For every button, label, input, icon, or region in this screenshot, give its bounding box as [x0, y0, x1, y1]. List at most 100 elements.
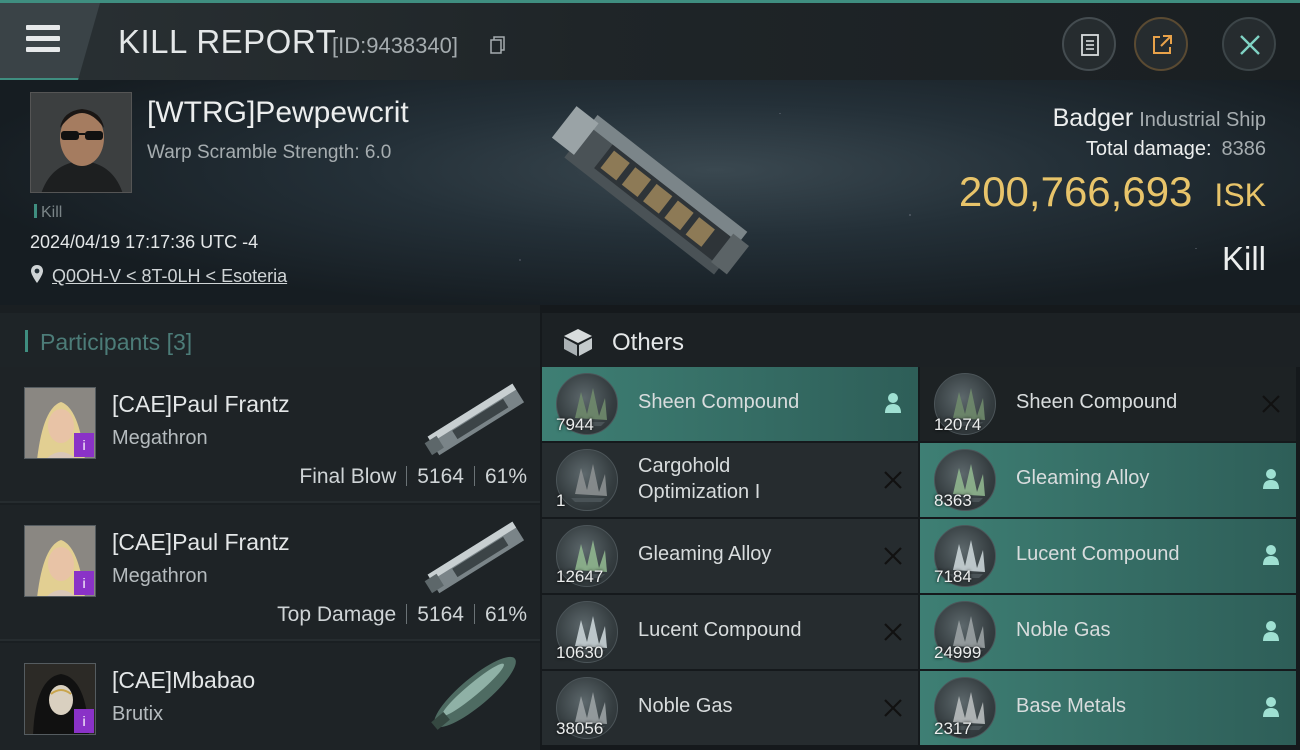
participants-title: Participants — [40, 329, 161, 355]
close-icon — [1240, 35, 1260, 55]
ship-class: Industrial Ship — [1139, 109, 1266, 131]
divider — [406, 466, 408, 486]
item-name: Noble Gas — [638, 695, 733, 717]
close-button[interactable] — [1222, 17, 1276, 71]
kill-summary: [WTRG]Pewpewcrit Warp Scramble Strength:… — [0, 80, 1300, 305]
page-title: KILL REPORT — [118, 23, 337, 60]
item-row[interactable]: 7944 Sheen Compound — [542, 367, 918, 441]
title-bar: KILL REPORT [ID:9438340] — [0, 0, 1300, 80]
clipboard-button[interactable] — [1062, 17, 1116, 71]
others-label: Others — [612, 329, 685, 356]
dropped-person-icon — [1263, 545, 1279, 565]
isk-value: 200,766,693 ISK — [959, 168, 1266, 216]
item-name: Gleaming Alloy — [1016, 467, 1150, 489]
item-row[interactable]: 24999 Noble Gas — [920, 595, 1296, 669]
destroyed-x-icon — [884, 623, 902, 641]
participants-panel: Participants [3] i [CAE]Paul Frantz Mega… — [0, 305, 540, 750]
item-quantity: 7944 — [556, 415, 594, 434]
item-quantity: 12647 — [556, 567, 604, 586]
participants-label: Participants [3] — [40, 329, 192, 356]
participant-row[interactable]: i [CAE]Mbabao Brutix — [0, 643, 540, 750]
item-row[interactable]: 12074 Sheen Compound — [920, 367, 1296, 441]
participant-percent: 61% — [484, 465, 527, 488]
header-marker — [25, 330, 28, 352]
kill-type-tag: Kill — [34, 204, 62, 222]
divider — [406, 604, 408, 624]
participant-row[interactable]: i [CAE]Paul Frantz Megathron Final Blow 5… — [0, 367, 540, 503]
total-damage-value: 8386 — [1221, 138, 1267, 160]
item-row[interactable]: 38056 Noble Gas — [542, 671, 918, 745]
hamburger-icon — [26, 25, 60, 30]
item-quantity: 24999 — [934, 643, 982, 662]
participant-ship-image — [424, 383, 525, 456]
participant-ship-image — [431, 656, 516, 730]
participant-name: [CAE]Paul Frantz — [112, 529, 290, 555]
destroyed-x-icon — [884, 699, 902, 717]
cargo-box-icon — [564, 329, 592, 356]
victim-ship-image — [551, 106, 749, 275]
location-pin-icon — [31, 265, 43, 283]
share-icon — [1153, 35, 1172, 54]
participants-count: [3] — [166, 329, 193, 355]
item-name: Lucent Compound — [638, 619, 802, 641]
destroyed-x-icon — [1262, 395, 1280, 413]
item-name: Sheen Compound — [638, 391, 800, 413]
share-button[interactable] — [1134, 17, 1188, 71]
victim-name[interactable]: [WTRG]Pewpewcrit — [147, 96, 409, 130]
isk-unit: ISK — [1214, 177, 1266, 213]
participant-damage: 5164 — [417, 465, 464, 488]
participant-row[interactable]: i [CAE]Paul Frantz Megathron Top Damage 5… — [0, 505, 540, 641]
total-damage: Total damage: 8386 — [1086, 138, 1266, 161]
participant-name: [CAE]Mbabao — [112, 667, 256, 693]
victim-portrait[interactable] — [30, 92, 132, 193]
participant-stats: Final Blow 5164 61% — [299, 465, 527, 489]
item-row[interactable]: 8363 Gleaming Alloy — [920, 443, 1296, 517]
item-row[interactable]: 10630 Lucent Compound — [542, 595, 918, 669]
pilot-avatar-icon — [31, 93, 131, 192]
item-name: Base Metals — [1016, 695, 1127, 717]
report-id: [ID:9438340] — [332, 33, 458, 58]
others-panel: Others 7944 Sheen Compound 12074 Sheen Comp… — [542, 305, 1300, 750]
destroyed-x-icon — [884, 547, 902, 565]
participants-header[interactable]: Participants [3] — [0, 313, 540, 367]
participant-ship: Megathron — [112, 427, 208, 449]
corp-badge: i — [74, 571, 94, 595]
participant-role: Top Damage — [277, 603, 397, 626]
tag-marker — [34, 204, 37, 218]
corp-badge: i — [74, 709, 94, 733]
item-quantity: 12074 — [934, 415, 982, 434]
isk-amount: 200,766,693 — [958, 168, 1193, 215]
item-name: Gleaming Alloy — [638, 543, 772, 565]
item-name: Sheen Compound — [1016, 391, 1178, 413]
item-row[interactable]: 1 Cargohold Optimization I — [542, 443, 918, 517]
hamburger-icon-bar — [26, 36, 60, 41]
participant-ship: Megathron — [112, 565, 208, 587]
divider — [473, 604, 475, 624]
kill-location-link[interactable]: Q0OH-V < 8T-0LH < Esoteria — [52, 266, 287, 287]
participant-stats: Top Damage 5164 61% — [277, 603, 527, 627]
warp-scramble-strength: Warp Scramble Strength: 6.0 — [147, 142, 392, 163]
item-quantity: 1 — [556, 491, 566, 510]
item-quantity: 7184 — [934, 567, 972, 586]
dropped-person-icon — [1263, 469, 1279, 489]
copy-icon[interactable] — [490, 36, 506, 54]
item-row[interactable]: 2317 Base Metals — [920, 671, 1296, 745]
item-name: Lucent Compound — [1016, 543, 1180, 565]
participant-damage: 5164 — [417, 603, 464, 626]
item-name: Cargohold Optimization I — [638, 455, 761, 503]
participant-ship-image — [424, 521, 525, 594]
item-quantity: 8363 — [934, 491, 972, 510]
participant-ship: Brutix — [112, 703, 164, 725]
victim-ship[interactable]: Badger Industrial Ship — [1053, 104, 1266, 133]
dropped-person-icon — [885, 393, 901, 413]
ship-name: Badger — [1052, 104, 1134, 132]
menu-button[interactable] — [0, 3, 100, 80]
dropped-person-icon — [1263, 697, 1279, 717]
item-quantity: 38056 — [556, 719, 604, 738]
item-row[interactable]: 12647 Gleaming Alloy — [542, 519, 918, 593]
item-row[interactable]: 7184 Lucent Compound — [920, 519, 1296, 593]
others-header[interactable]: Others — [542, 313, 1300, 367]
kill-datetime: 2024/04/19 17:17:36 UTC -4 — [30, 232, 259, 252]
kill-tag-label: Kill — [41, 204, 63, 221]
kill-result: Kill — [1221, 240, 1266, 277]
